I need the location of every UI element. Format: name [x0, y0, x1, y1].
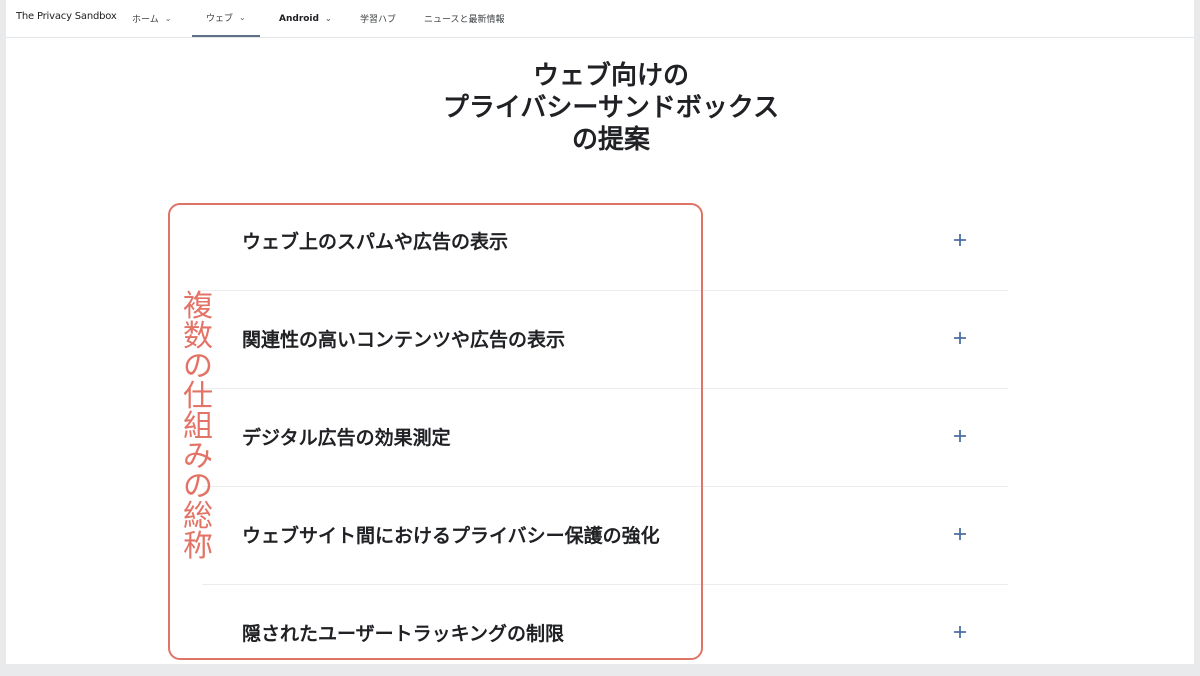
annotation-char: 仕	[183, 379, 213, 414]
annotation-char: 総	[183, 499, 213, 534]
nav-item-label: ニュースと最新情報	[424, 15, 505, 25]
nav-item-label: 学習ハブ	[360, 15, 397, 25]
accordion-item-label: ウェブサイト間におけるプライバシー保護の強化	[242, 525, 660, 547]
nav-item-learning-hub[interactable]: 学習ハブ	[360, 0, 396, 37]
plus-icon[interactable]	[948, 424, 972, 448]
accordion-item-spam[interactable]: ウェブ上のスパムや広告の表示	[202, 193, 1008, 291]
accordion-item-covert-tracking[interactable]: 隠されたユーザートラッキングの制限	[202, 585, 1008, 664]
nav-item-label: ウェブ	[206, 14, 234, 24]
annotation-vertical-text: 複 数 の 仕 組 み の 総 称	[178, 292, 218, 562]
page-title: ウェブ向けの プライバシーサンドボックス の提案	[6, 60, 1194, 156]
nav-item-android[interactable]: Android ⌄	[279, 0, 332, 37]
page-title-line: プライバシーサンドボックス	[442, 93, 780, 123]
annotation-char: 複	[183, 289, 213, 324]
accordion-item-label: 隠されたユーザートラッキングの制限	[242, 623, 565, 645]
chevron-down-icon: ⌄	[164, 13, 172, 23]
nav-item-label: Android	[279, 13, 319, 24]
accordion-item-label: デジタル広告の効果測定	[242, 427, 451, 449]
nav-item-news[interactable]: ニュースと最新情報	[424, 0, 505, 37]
annotation-char: 組	[183, 409, 213, 444]
page-title-line: の提案	[571, 125, 650, 155]
site-brand[interactable]: The Privacy Sandbox	[16, 11, 117, 22]
page-title-line: ウェブ向けの	[532, 61, 689, 91]
nav-item-label: ホーム	[132, 15, 159, 25]
accordion-item-label: ウェブ上のスパムや広告の表示	[242, 231, 509, 253]
annotation-char: み	[183, 439, 213, 474]
annotation-char: の	[183, 349, 213, 384]
proposal-accordion: ウェブ上のスパムや広告の表示 関連性の高いコンテンツや広告の表示 デジタル広告の…	[202, 193, 1008, 664]
chevron-down-icon: ⌄	[239, 12, 246, 22]
accordion-item-measurement[interactable]: デジタル広告の効果測定	[202, 389, 1008, 487]
accordion-item-label: 関連性の高いコンテンツや広告の表示	[242, 329, 566, 351]
plus-icon[interactable]	[948, 522, 972, 546]
annotation-char: 数	[183, 319, 213, 354]
nav-item-home[interactable]: ホーム ⌄	[132, 0, 171, 37]
annotation-char: 称	[183, 529, 213, 564]
top-navigation: The Privacy Sandbox ホーム ⌄ ウェブ ⌄ Android …	[6, 0, 1194, 38]
accordion-item-relevant-content[interactable]: 関連性の高いコンテンツや広告の表示	[202, 291, 1008, 389]
nav-item-web[interactable]: ウェブ ⌄	[192, 0, 260, 37]
plus-icon[interactable]	[948, 228, 972, 252]
plus-icon[interactable]	[948, 326, 972, 350]
page: The Privacy Sandbox ホーム ⌄ ウェブ ⌄ Android …	[6, 0, 1194, 664]
plus-icon[interactable]	[948, 620, 972, 644]
chevron-down-icon: ⌄	[324, 13, 332, 23]
accordion-item-cross-site-privacy[interactable]: ウェブサイト間におけるプライバシー保護の強化	[202, 487, 1008, 585]
annotation-char: の	[183, 469, 213, 504]
